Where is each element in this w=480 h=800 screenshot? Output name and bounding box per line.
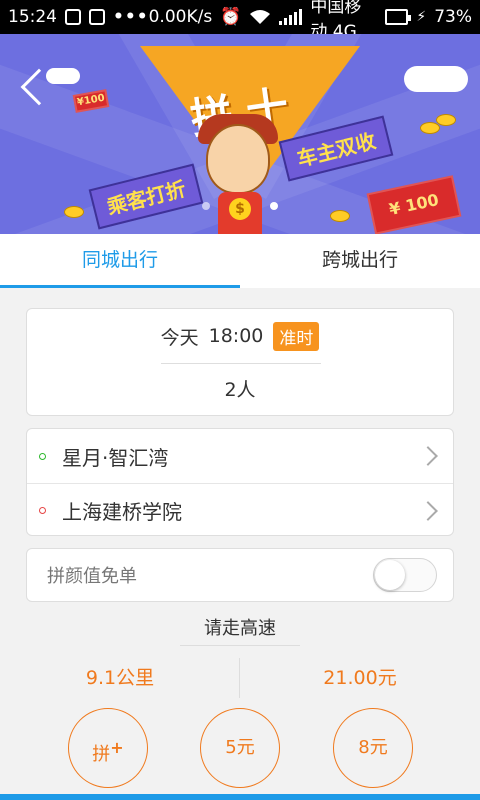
alarm-icon: ⏰ (220, 7, 242, 27)
battery-percent: 73% (434, 7, 472, 27)
carousel-dot[interactable] (202, 202, 210, 210)
divider (239, 658, 240, 698)
departure-time: 18:00 (208, 325, 264, 347)
coin-icon (330, 210, 350, 222)
free-ride-option: 拼颜值免单 (26, 548, 454, 602)
trip-price: 21.00元 (323, 667, 397, 689)
end-location-row[interactable]: 上海建桥学院 (27, 483, 453, 537)
end-location: 上海建桥学院 (62, 500, 182, 524)
carpool-button[interactable]: 拼+ (68, 708, 148, 788)
promo-banner[interactable]: 拼十 $ 乘客打折 车主双收 ¥100 ¥ 100 (0, 34, 480, 234)
trip-distance: 9.1公里 (85, 667, 155, 689)
departure-day: 今天 (160, 326, 199, 349)
notification-icon (65, 9, 81, 25)
network-speed: 0.00K/s (148, 7, 213, 27)
bottom-action-bar[interactable] (0, 794, 480, 800)
route-card: 星月·智汇湾 上海建桥学院 (26, 428, 454, 536)
coin-icon (436, 114, 456, 126)
passenger-count[interactable]: 2人 (27, 363, 453, 417)
start-location: 星月·智汇湾 (62, 445, 169, 470)
battery-icon (384, 9, 412, 25)
divider (161, 363, 321, 364)
wifi-icon (249, 9, 271, 25)
end-point-icon (39, 507, 46, 514)
character-face (206, 124, 270, 194)
departure-time-row[interactable]: 今天 18:00 准时 (27, 309, 453, 363)
highway-note[interactable]: 请走高速 (0, 614, 480, 644)
status-bar: 15:24 ••• 0.00K/s ⏰ 中国移动 4G ⚡ 73% (0, 0, 480, 42)
divider (180, 645, 300, 646)
start-point-icon (39, 452, 46, 460)
chevron-right-icon (418, 500, 438, 521)
trip-type-tabs: 同城出行 跨城出行 (0, 234, 480, 288)
toggle-knob (375, 560, 405, 590)
carpool-label: 拼 (92, 744, 111, 765)
signal-icon (279, 9, 303, 25)
carousel-indicator (0, 202, 480, 210)
plus-icon: + (110, 738, 124, 757)
status-time: 15:24 (8, 7, 57, 27)
coin-icon (420, 122, 440, 134)
tip-5-button[interactable]: 5元 (200, 708, 280, 788)
cloud-icon (89, 9, 105, 25)
chevron-right-icon (418, 446, 438, 466)
trip-stats: 9.1公里 21.00元 (0, 656, 480, 700)
action-buttons: 拼+ 5元 8元 (0, 708, 480, 790)
free-ride-toggle[interactable] (373, 558, 437, 592)
trip-time-card: 今天 18:00 准时 2人 (26, 308, 454, 416)
start-location-row[interactable]: 星月·智汇湾 (27, 429, 453, 483)
tab-local-trip[interactable]: 同城出行 (0, 234, 240, 288)
cloud-decoration (404, 66, 468, 92)
free-ride-label: 拼颜值免单 (47, 566, 137, 587)
tip-8-button[interactable]: 8元 (333, 708, 413, 788)
carousel-dot-active[interactable] (270, 202, 278, 210)
charging-icon: ⚡ (416, 9, 427, 25)
more-notifications: ••• (113, 7, 149, 27)
tab-intercity-trip[interactable]: 跨城出行 (240, 234, 480, 288)
punctual-badge: 准时 (273, 321, 320, 351)
